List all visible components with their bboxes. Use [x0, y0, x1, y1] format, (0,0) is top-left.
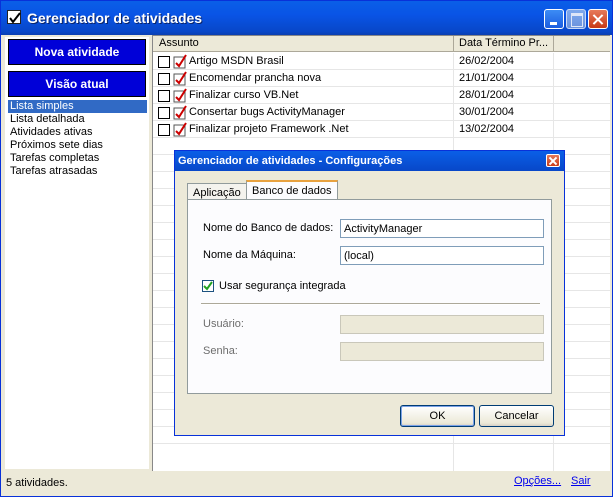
grid-header: Assunto Data Término Pr...	[153, 36, 610, 52]
done-checkbox[interactable]	[158, 107, 170, 119]
new-activity-button[interactable]: Nova atividade	[8, 39, 146, 65]
user-label: Usuário:	[203, 318, 244, 330]
tab-aplicacao[interactable]: Aplicação	[187, 183, 247, 200]
settings-dialog: Gerenciador de atividades - Configuraçõe…	[174, 150, 565, 436]
done-checkbox[interactable]	[158, 90, 170, 102]
close-button[interactable]	[588, 9, 608, 29]
checklist-app-icon	[7, 10, 21, 24]
table-row[interactable]: Finalizar curso VB.Net 28/01/2004	[153, 87, 610, 104]
column-header-due-date[interactable]: Data Término Pr...	[459, 37, 548, 49]
exit-link[interactable]: Sair	[571, 475, 591, 487]
maximize-button[interactable]	[566, 9, 586, 29]
row-subject: Artigo MSDN Brasil	[189, 55, 284, 67]
dialog-close-button[interactable]	[546, 154, 560, 167]
options-link[interactable]: Opções...	[514, 475, 561, 487]
row-subject: Finalizar projeto Framework .Net	[189, 123, 349, 135]
divider	[201, 303, 540, 305]
view-item-lista-detalhada[interactable]: Lista detalhada	[8, 113, 147, 126]
row-due-date: 26/02/2004	[459, 55, 515, 67]
column-header-subject[interactable]: Assunto	[159, 37, 199, 49]
view-item-tarefas-atrasadas[interactable]: Tarefas atrasadas	[8, 165, 147, 178]
ok-button[interactable]: OK	[400, 405, 475, 427]
window-title: Gerenciador de atividades	[27, 10, 203, 26]
row-subject: Consertar bugs ActivityManager	[189, 106, 345, 118]
table-row[interactable]: Finalizar projeto Framework .Net 13/02/2…	[153, 121, 610, 138]
table-row[interactable]: Artigo MSDN Brasil 26/02/2004	[153, 53, 610, 70]
password-label: Senha:	[203, 345, 238, 357]
title-bar[interactable]: Gerenciador de atividades	[1, 1, 612, 35]
view-list: Lista simples Lista detalhada Atividades…	[8, 100, 147, 178]
current-view-button[interactable]: Visão atual	[8, 71, 146, 97]
machine-name-input[interactable]	[340, 246, 544, 265]
row-subject: Finalizar curso VB.Net	[189, 89, 299, 101]
view-item-lista-simples[interactable]: Lista simples	[8, 100, 147, 113]
task-icon	[173, 54, 187, 69]
done-checkbox[interactable]	[158, 73, 170, 85]
row-subject: Encomendar prancha nova	[189, 72, 322, 84]
activity-count: 5 atividades.	[6, 477, 68, 489]
view-item-atividades-ativas[interactable]: Atividades ativas	[8, 126, 147, 139]
status-bar: 5 atividades. Opções... Sair	[1, 473, 612, 496]
integrated-security-checkbox[interactable]	[202, 280, 214, 292]
sidebar: Nova atividade Visão atual Lista simples…	[5, 37, 149, 469]
done-checkbox[interactable]	[158, 56, 170, 68]
row-due-date: 28/01/2004	[459, 89, 515, 101]
main-window: Gerenciador de atividades Nova atividade…	[0, 0, 613, 497]
row-due-date: 21/01/2004	[459, 72, 515, 84]
view-item-tarefas-completas[interactable]: Tarefas completas	[8, 152, 147, 165]
minimize-button[interactable]	[544, 9, 564, 29]
db-name-label: Nome do Banco de dados:	[203, 222, 334, 234]
row-due-date: 30/01/2004	[459, 106, 515, 118]
db-name-input[interactable]	[340, 219, 544, 238]
tab-banco-de-dados[interactable]: Banco de dados	[246, 180, 338, 200]
dialog-title[interactable]: Gerenciador de atividades - Configuraçõe…	[175, 151, 564, 171]
cancel-button[interactable]: Cancelar	[479, 405, 554, 427]
row-due-date: 13/02/2004	[459, 123, 515, 135]
view-item-proximos-sete-dias[interactable]: Próximos sete dias	[8, 139, 147, 152]
user-input[interactable]	[340, 315, 544, 334]
task-icon	[173, 105, 187, 120]
checkmark-icon	[203, 281, 213, 291]
table-row[interactable]: Consertar bugs ActivityManager 30/01/200…	[153, 104, 610, 121]
table-row[interactable]: Encomendar prancha nova 21/01/2004	[153, 70, 610, 87]
task-icon	[173, 88, 187, 103]
task-icon	[173, 122, 187, 137]
column-separator[interactable]	[553, 36, 554, 52]
password-input[interactable]	[340, 342, 544, 361]
integrated-security-label[interactable]: Usar segurança integrada	[219, 280, 346, 292]
done-checkbox[interactable]	[158, 124, 170, 136]
database-tab-panel: Nome do Banco de dados: Nome da Máquina:…	[187, 199, 552, 394]
column-separator[interactable]	[453, 36, 454, 52]
machine-name-label: Nome da Máquina:	[203, 249, 296, 261]
task-icon	[173, 71, 187, 86]
